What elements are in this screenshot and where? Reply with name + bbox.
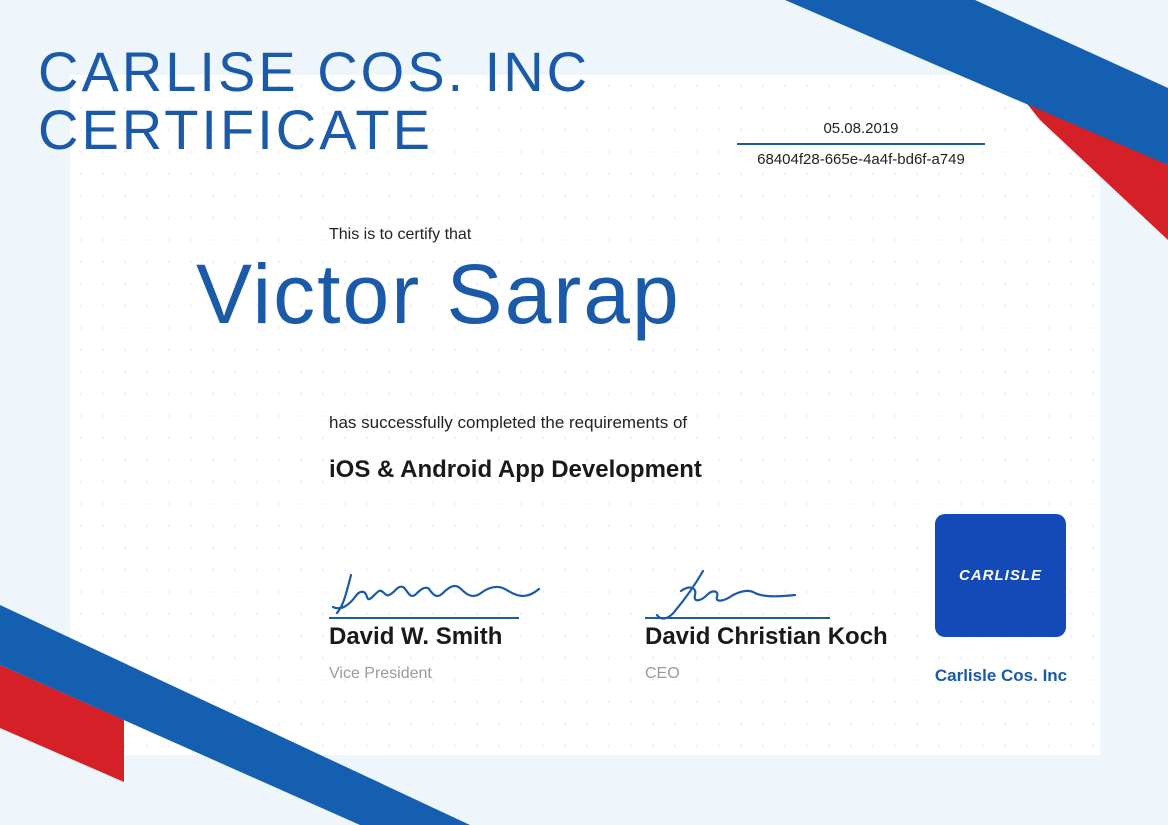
signatory-role-ceo: CEO [645, 665, 680, 682]
signature-block-ceo: David Christian Koch CEO [645, 565, 888, 683]
certificate-page: CARLISE COS. INC CERTIFICATE 05.08.2019 … [0, 0, 1168, 825]
signatory-name-vp: David W. Smith [329, 623, 503, 650]
recipient-name: Victor Sarap [196, 247, 681, 341]
company-logo: CARLISLE [935, 514, 1066, 637]
signature-line-ceo [645, 617, 830, 619]
signature-block-vp: David W. Smith Vice President [329, 565, 549, 683]
issue-date: 05.08.2019 [737, 120, 985, 145]
signature-line-vp [329, 617, 519, 619]
signature-vp [331, 573, 541, 615]
logo-text: CARLISLE [959, 567, 1042, 584]
certificate-id: 68404f28-665e-4a4f-bd6f-a749 [757, 151, 965, 168]
completed-text: has successfully completed the requireme… [329, 413, 688, 432]
certificate-title: CERTIFICATE [38, 98, 433, 161]
signature-ceo [655, 569, 797, 620]
certificate-meta: 05.08.2019 68404f28-665e-4a4f-bd6f-a749 [733, 120, 989, 168]
course-name: iOS & Android App Development [329, 456, 702, 483]
company-title: CARLISE COS. INC [38, 40, 591, 103]
intro-text: This is to certify that [329, 226, 472, 243]
signatory-name-ceo: David Christian Koch [645, 623, 888, 650]
signatory-role-vp: Vice President [329, 665, 432, 682]
company-name: Carlisle Cos. Inc [934, 666, 1068, 685]
